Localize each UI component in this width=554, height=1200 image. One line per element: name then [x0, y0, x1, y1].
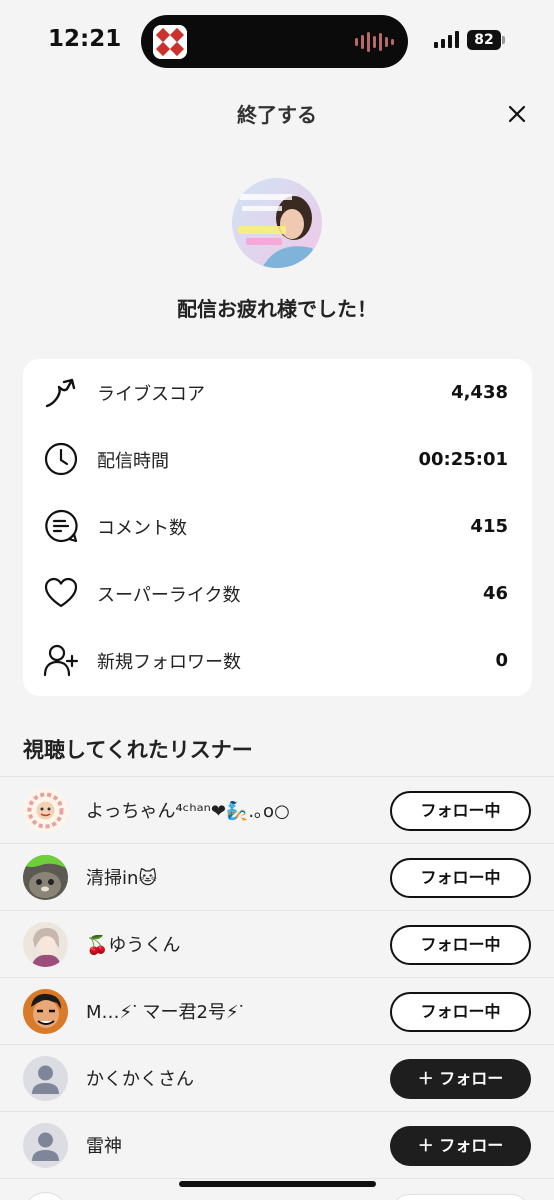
default-avatar-icon[interactable] [23, 1056, 68, 1101]
add-user-icon [43, 642, 79, 678]
battery-icon: 82 [467, 30, 501, 50]
stat-label: スーパーライク数 [97, 584, 241, 606]
listener-name: 清掃in🐱 [86, 868, 158, 889]
comment-icon [43, 508, 79, 544]
status-bar: 12:21 82 [0, 0, 554, 84]
follow-button[interactable]: ＋ フォロー [390, 1126, 531, 1166]
following-button[interactable]: フォロー中 [390, 858, 531, 898]
listener-avatar[interactable] [23, 922, 68, 967]
page-title: 終了する [237, 103, 317, 127]
stat-value: 415 [470, 516, 508, 537]
status-time: 12:21 [48, 26, 122, 52]
listener-row[interactable]: 🍒ゆうくん フォロー中 [0, 910, 554, 977]
close-icon[interactable] [505, 102, 529, 126]
listener-name: よっちゃん⁴ᶜʰᵃⁿ❤🧞.｡o○ [86, 801, 290, 822]
stat-label: 新規フォロワー数 [97, 651, 241, 673]
stat-label: ライブスコア [97, 383, 205, 405]
listener-row[interactable]: かくかくさん ＋ フォロー [0, 1044, 554, 1111]
trend-up-arrow-icon [43, 374, 79, 410]
listener-name: M…⚡︎ᐝ マー君2号⚡︎ᐝ [86, 1002, 244, 1023]
stat-value: 46 [482, 583, 508, 604]
listener-row[interactable]: 清掃in🐱 フォロー中 [0, 843, 554, 910]
stat-label: 配信時間 [97, 450, 169, 472]
listeners-section-title: 視聴してくれたリスナー [23, 738, 253, 762]
listener-name: 🍒ゆうくん [86, 935, 181, 956]
stat-value: 00:25:01 [418, 449, 508, 470]
listener-name: 雷神 [86, 1136, 122, 1157]
listener-avatar[interactable] [23, 788, 68, 833]
dynamic-island[interactable] [141, 15, 408, 68]
home-indicator[interactable] [179, 1181, 376, 1187]
following-button[interactable]: フォロー中 [390, 992, 531, 1032]
clock-icon [43, 441, 79, 477]
stream-finished-message: 配信お疲れ様でした！ [177, 297, 377, 321]
stat-row-live-score: ライブスコア 4,438 [23, 359, 532, 426]
audio-wave-icon [355, 31, 394, 53]
app-icon [153, 25, 187, 59]
default-avatar-icon[interactable] [23, 1123, 68, 1168]
stat-row-comments: コメント数 415 [23, 493, 532, 560]
stat-row-superlikes: スーパーライク数 46 [23, 560, 532, 627]
stat-value: 0 [495, 650, 508, 671]
listener-avatar[interactable] [23, 855, 68, 900]
listener-row[interactable]: よっちゃん⁴ᶜʰᵃⁿ❤🧞.｡o○ フォロー中 [0, 776, 554, 843]
following-button[interactable]: フォロー中 [390, 925, 531, 965]
stat-label: コメント数 [97, 517, 187, 539]
stat-value: 4,438 [451, 382, 508, 403]
listener-row[interactable]: 雷神 ＋ フォロー [0, 1111, 554, 1178]
stats-card: ライブスコア 4,438 配信時間 00:25:01 コメント数 415 スーパ… [23, 359, 532, 696]
battery-tip [502, 36, 505, 44]
stat-row-new-followers: 新規フォロワー数 0 [23, 627, 532, 694]
listener-avatar[interactable] [23, 989, 68, 1034]
host-avatar [232, 178, 322, 268]
listener-row[interactable]: M…⚡︎ᐝ マー君2号⚡︎ᐝ フォロー中 [0, 977, 554, 1044]
follow-button[interactable]: ＋ フォロー [390, 1059, 531, 1099]
following-button[interactable]: フォロー中 [390, 791, 531, 831]
follow-button-partial [390, 1194, 531, 1200]
signal-icon [434, 31, 459, 48]
listener-name: かくかくさん [86, 1069, 194, 1090]
heart-icon [43, 575, 79, 611]
stat-row-duration: 配信時間 00:25:01 [23, 426, 532, 493]
